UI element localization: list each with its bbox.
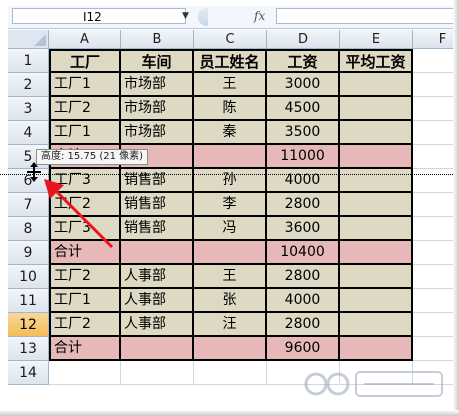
- cell-d2[interactable]: 3000: [267, 73, 340, 97]
- cell-b2[interactable]: 市场部: [121, 73, 194, 97]
- cell-c10[interactable]: 王: [194, 265, 267, 289]
- cell-b14[interactable]: [121, 361, 194, 385]
- cell-e8[interactable]: [340, 217, 413, 241]
- column-header-e[interactable]: E: [340, 30, 413, 49]
- red-arrow-icon: [44, 179, 114, 249]
- name-box-dropdown-icon[interactable]: ▼: [182, 10, 189, 22]
- select-all-icon: [34, 34, 46, 46]
- cell-a3[interactable]: 工厂2: [49, 97, 121, 121]
- column-header-b[interactable]: B: [121, 30, 194, 49]
- cell-e6[interactable]: [340, 169, 413, 193]
- cell-b3[interactable]: 市场部: [121, 97, 194, 121]
- row-header-11[interactable]: 11: [8, 289, 49, 313]
- cell-c5[interactable]: [194, 145, 267, 169]
- cell-e11[interactable]: [340, 289, 413, 313]
- cell-b13[interactable]: [121, 337, 194, 361]
- excel-window: I12 ▼ fx A B C D E F 1 工厂 车间 员工姓名 工资 平均工资 2 工厂1 市场部王 30…: [0, 0, 459, 416]
- cell-b11[interactable]: 人事部: [121, 289, 194, 313]
- cell-c12[interactable]: 汪: [194, 313, 267, 337]
- cell-b12[interactable]: 人事部: [121, 313, 194, 337]
- row-header-14[interactable]: 14: [8, 361, 49, 385]
- cell-d8[interactable]: 3600: [267, 217, 340, 241]
- row-height-tooltip: 高度: 15.75 (21 像素): [36, 149, 149, 165]
- row-header-1[interactable]: 1: [8, 49, 49, 73]
- cell-a11[interactable]: 工厂1: [49, 289, 121, 313]
- cell-b4[interactable]: 市场部: [121, 121, 194, 145]
- cell-c2[interactable]: 王: [194, 73, 267, 97]
- row-header-12[interactable]: 12: [8, 313, 49, 337]
- cell-a1[interactable]: 工厂: [49, 49, 121, 73]
- cell-b7[interactable]: 销售部: [121, 193, 194, 217]
- cell-a14[interactable]: [49, 361, 121, 385]
- row-header-4[interactable]: 4: [8, 121, 49, 145]
- cell-d3[interactable]: 4500: [267, 97, 340, 121]
- cell-e9[interactable]: [340, 241, 413, 265]
- cell-e7[interactable]: [340, 193, 413, 217]
- cell-b8[interactable]: 销售部: [121, 217, 194, 241]
- cell-c4[interactable]: 秦: [194, 121, 267, 145]
- cell-d10[interactable]: 2800: [267, 265, 340, 289]
- cell-c13[interactable]: [194, 337, 267, 361]
- cell-e2[interactable]: [340, 73, 413, 97]
- cell-c3[interactable]: 陈: [194, 97, 267, 121]
- row-header-3[interactable]: 3: [8, 97, 49, 121]
- cell-d12[interactable]: 2800: [267, 313, 340, 337]
- cell-b10[interactable]: 人事部: [121, 265, 194, 289]
- cell-c9[interactable]: [194, 241, 267, 265]
- cell-e4[interactable]: [340, 121, 413, 145]
- name-box[interactable]: I12: [12, 8, 186, 24]
- column-header-d[interactable]: D: [267, 30, 340, 49]
- cell-c11[interactable]: 张: [194, 289, 267, 313]
- cell-d7[interactable]: 2800: [267, 193, 340, 217]
- window-shadow: [0, 410, 459, 416]
- row-header-2[interactable]: 2: [8, 73, 49, 97]
- cell-b1[interactable]: 车间: [121, 49, 194, 73]
- cell-d9[interactable]: 10400: [267, 241, 340, 265]
- select-all-button[interactable]: [8, 30, 49, 49]
- cell-e3[interactable]: [340, 97, 413, 121]
- formula-bar-splitter[interactable]: [198, 8, 208, 26]
- cell-c6[interactable]: 孙: [194, 169, 267, 193]
- cell-d11[interactable]: 4000: [267, 289, 340, 313]
- row-header-13[interactable]: 13: [8, 337, 49, 361]
- cell-d6[interactable]: 4000: [267, 169, 340, 193]
- window-shadow: [453, 0, 459, 416]
- cell-d4[interactable]: 3500: [267, 121, 340, 145]
- cell-b9[interactable]: [121, 241, 194, 265]
- cell-c7[interactable]: 李: [194, 193, 267, 217]
- cell-a2[interactable]: 工厂1: [49, 73, 121, 97]
- cell-d1[interactable]: 工资: [267, 49, 340, 73]
- column-header-a[interactable]: A: [49, 30, 121, 49]
- cell-c8[interactable]: 冯: [194, 217, 267, 241]
- cell-a4[interactable]: 工厂1: [49, 121, 121, 145]
- column-header-c[interactable]: C: [194, 30, 267, 49]
- cell-e5[interactable]: [340, 145, 413, 169]
- cell-a12[interactable]: 工厂2: [49, 313, 121, 337]
- cell-d5[interactable]: 11000: [267, 145, 340, 169]
- cell-e1[interactable]: 平均工资: [340, 49, 413, 73]
- cell-a10[interactable]: 工厂2: [49, 265, 121, 289]
- cell-c14[interactable]: [194, 361, 267, 385]
- cell-c1[interactable]: 员工姓名: [194, 49, 267, 73]
- row-header-10[interactable]: 10: [8, 265, 49, 289]
- cell-b6[interactable]: 销售部: [121, 169, 194, 193]
- formula-bar: I12 ▼ fx: [8, 6, 459, 29]
- baidu-jingyan-watermark-icon: [304, 371, 443, 397]
- cell-e12[interactable]: [340, 313, 413, 337]
- formula-input[interactable]: [276, 8, 459, 24]
- insert-function-icon[interactable]: fx: [254, 8, 265, 24]
- cell-e10[interactable]: [340, 265, 413, 289]
- cell-a13[interactable]: 合计: [49, 337, 121, 361]
